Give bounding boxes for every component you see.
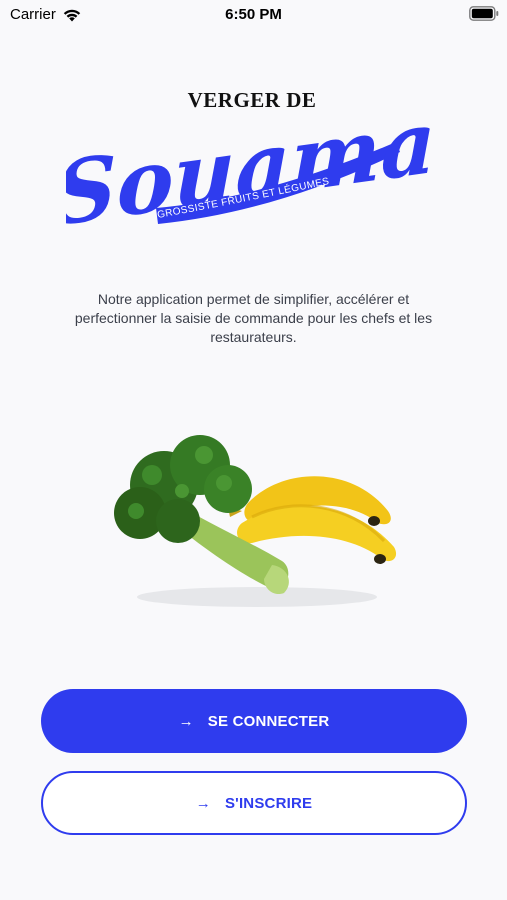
produce-illustration [114,435,397,607]
logo-wordmark: Souama [66,91,436,230]
logo-script: Souama GROSSISTE FRUITS ET LÉGUMES [66,91,436,230]
register-button[interactable]: → S'INSCRIRE [41,771,467,835]
produce-shadow [137,587,377,607]
login-button[interactable]: → SE CONNECTER [41,689,467,753]
arrow-right-icon: → [178,712,194,730]
register-button-label: S'INSCRIRE [224,794,313,812]
login-button-label: SE CONNECTER [207,712,330,730]
brand-logo: VERGER DE Souama GROSSISTE FRUITS ET LÉG… [66,80,436,230]
app-description: Notre application permet de simplifier, … [74,291,433,345]
status-bar: Carrier 6:50 PM [0,0,507,28]
battery-full-icon [469,6,499,21]
arrow-right-icon: → [195,794,211,812]
clock: 6:50 PM [225,6,282,23]
